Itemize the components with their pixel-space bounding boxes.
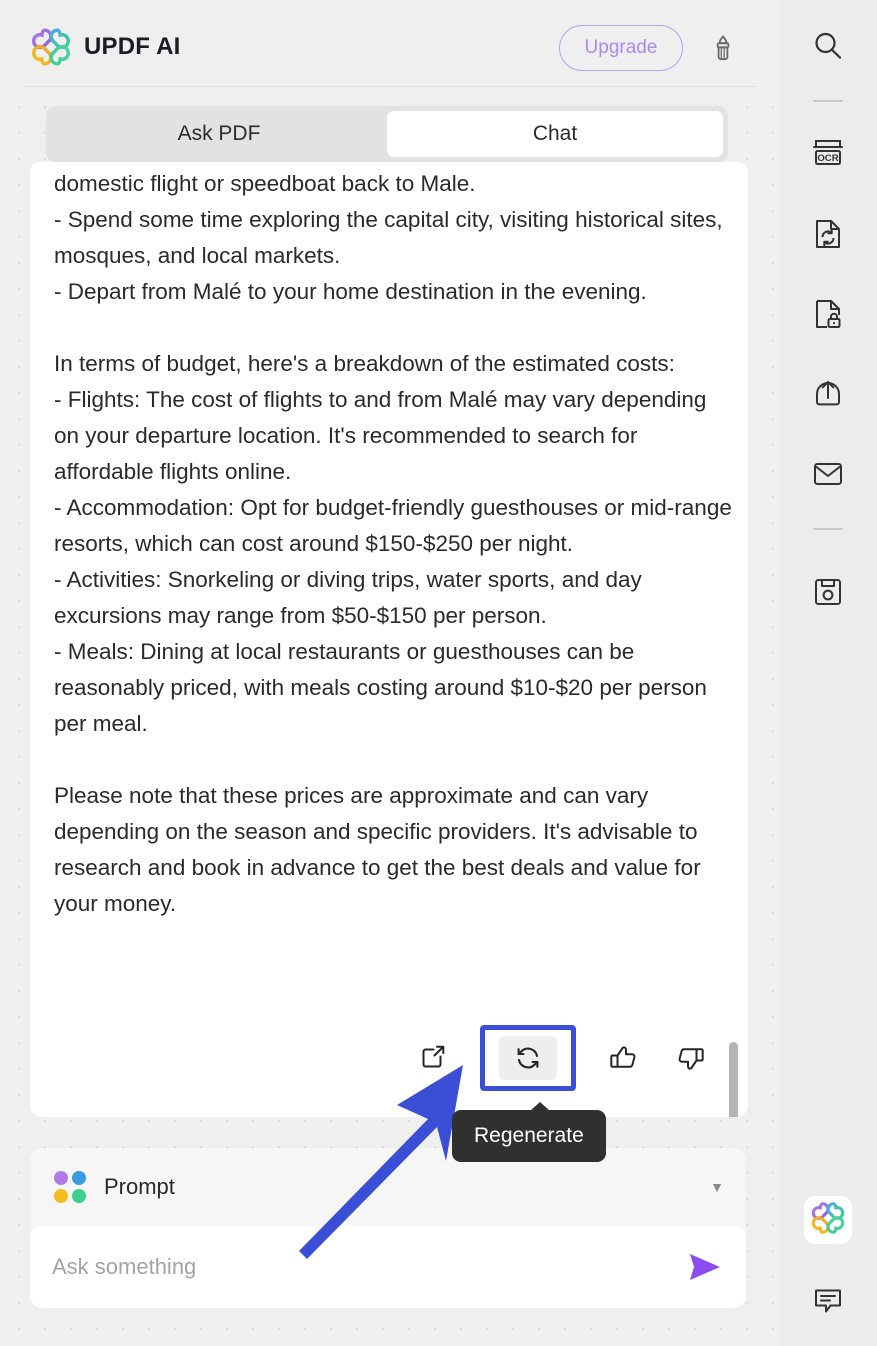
- regenerate-tooltip-label: Regenerate: [474, 1124, 584, 1147]
- tab-ask-pdf-label: Ask PDF: [177, 122, 261, 145]
- tab-chat-label: Chat: [532, 122, 578, 145]
- brand: UPDF AI: [31, 27, 181, 67]
- convert-tool[interactable]: [810, 218, 846, 254]
- thumbs-down-button[interactable]: [670, 1037, 712, 1079]
- ask-input-row: [30, 1226, 746, 1308]
- updf-ai-tool[interactable]: [804, 1196, 852, 1244]
- upgrade-button[interactable]: Upgrade: [559, 25, 683, 71]
- ocr-icon: OCR: [810, 137, 846, 176]
- right-toolbar: OCR: [761, 0, 877, 1346]
- prompt-composer: Prompt ▼: [30, 1148, 746, 1308]
- svg-text:OCR: OCR: [817, 153, 838, 164]
- save-tool[interactable]: [810, 576, 846, 612]
- share-button[interactable]: [412, 1037, 454, 1079]
- assistant-message-text: domestic flight or speedboat back to Mal…: [54, 171, 732, 916]
- search-input[interactable]: [52, 1254, 680, 1280]
- assistant-message-card: domestic flight or speedboat back to Mal…: [30, 162, 748, 1117]
- panel-corner: [761, 0, 779, 18]
- comment-tool[interactable]: [810, 1284, 846, 1320]
- save-disk-icon: [811, 575, 845, 614]
- share-tool[interactable]: [810, 378, 846, 414]
- search-tool[interactable]: [810, 30, 846, 66]
- ocr-tool[interactable]: OCR: [810, 138, 846, 174]
- send-arrow-icon[interactable]: [680, 1243, 728, 1291]
- convert-document-icon: [811, 217, 845, 256]
- tab-chat[interactable]: Chat: [387, 111, 723, 157]
- protect-tool[interactable]: [810, 298, 846, 334]
- share-upload-icon: [811, 378, 845, 415]
- regenerate-button[interactable]: [480, 1025, 576, 1091]
- thumbs-up-button[interactable]: [602, 1037, 644, 1079]
- message-scrollbar[interactable]: [728, 162, 740, 1117]
- toolbar-separator-1: [813, 100, 843, 102]
- updf-ai-window: UPDF AI Upgrade Ask PDF Chat domestic fl…: [0, 0, 877, 1346]
- comment-bubble-icon: [811, 1283, 845, 1322]
- email-tool[interactable]: [810, 458, 846, 494]
- regenerate-icon: [499, 1036, 557, 1080]
- chevron-down-icon: ▼: [710, 1179, 724, 1195]
- page-title: UPDF AI: [84, 33, 181, 60]
- brush-icon[interactable]: [707, 32, 739, 64]
- updf-clover-logo-icon: [811, 1201, 845, 1240]
- email-icon: [811, 460, 845, 493]
- chat-mode-tabs: Ask PDF Chat: [46, 106, 728, 162]
- prompt-selector[interactable]: Prompt ▼: [30, 1148, 746, 1226]
- search-icon: [811, 29, 845, 68]
- ai-panel-header: UPDF AI Upgrade: [0, 0, 779, 87]
- ai-chat-panel: UPDF AI Upgrade Ask PDF Chat domestic fl…: [0, 0, 779, 1346]
- upgrade-button-label: Upgrade: [584, 37, 658, 58]
- prompt-selector-label: Prompt: [104, 1174, 175, 1199]
- updf-clover-logo-icon: [31, 27, 71, 67]
- protect-document-icon: [811, 297, 845, 336]
- tab-ask-pdf[interactable]: Ask PDF: [51, 111, 387, 157]
- message-action-bar: [30, 1025, 748, 1091]
- four-dots-icon: [54, 1171, 86, 1203]
- toolbar-separator-2: [813, 528, 843, 530]
- header-divider: [22, 86, 757, 87]
- regenerate-tooltip: Regenerate: [452, 1102, 606, 1162]
